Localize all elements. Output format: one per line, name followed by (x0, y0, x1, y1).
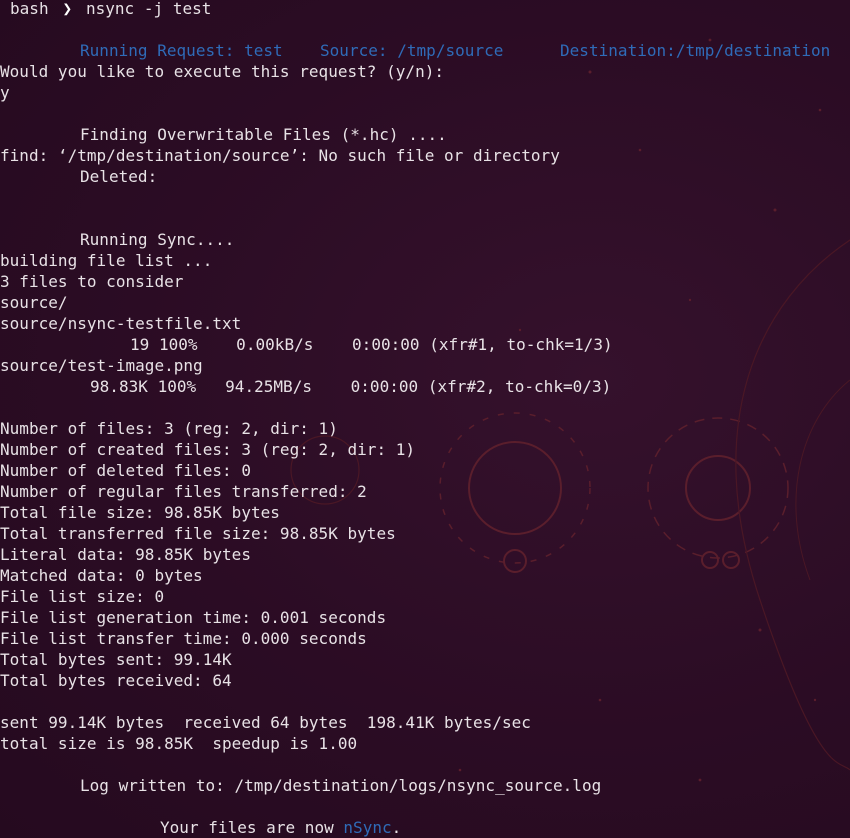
wallpaper-circle (685, 455, 751, 521)
wallpaper-circle (647, 417, 789, 559)
sync-consider: 3 files to consider (0, 272, 184, 291)
stats-line: Total bytes received: 64 (0, 671, 232, 690)
confirm-answer: y (0, 83, 10, 102)
final-message: Your files are now nSync. (160, 817, 401, 838)
terminal-window[interactable]: bash ❯ nsync -j test Running Request: te… (0, 0, 850, 838)
stats-line: Number of files: 3 (reg: 2, dir: 1) (0, 419, 338, 438)
request-destination: Destination:/tmp/destination (560, 41, 831, 60)
sync-file2: source/test-image.png (0, 356, 203, 375)
prompt-line: bash ❯ nsync -j test (10, 0, 211, 19)
stats-line: File list generation time: 0.001 seconds (0, 608, 387, 627)
stats-line: Number of deleted files: 0 (0, 461, 251, 480)
brand-name: nSync (343, 818, 392, 837)
summary-sent: sent 99.14K bytes received 64 bytes 198.… (0, 713, 531, 732)
wallpaper-circle (701, 551, 719, 569)
overwrite-deleted: Deleted: (80, 167, 158, 186)
final-prefix: Your files are now (160, 818, 344, 837)
stats-line: Number of regular files transferred: 2 (0, 482, 367, 501)
stats-line: Total file size: 98.85K bytes (0, 503, 280, 522)
wallpaper-arc (735, 239, 850, 771)
sync-file1-progress: 19 100% 0.00kB/s 0:00:00 (xfr#1, to-chk=… (130, 335, 613, 354)
wallpaper-circle (722, 551, 740, 569)
confirm-question: Would you like to execute this request? … (0, 62, 445, 81)
wallpaper-circle (503, 549, 527, 573)
stats-line: Total bytes sent: 99.14K (0, 650, 232, 669)
overwrite-finding: Finding Overwritable Files (*.hc) .... (80, 125, 447, 144)
sync-dir: source/ (0, 293, 68, 312)
wallpaper-circle (468, 441, 562, 535)
stats-line: Number of created files: 3 (reg: 2, dir:… (0, 440, 416, 459)
request-source: Source: /tmp/source (320, 41, 504, 60)
stats-line: Literal data: 98.85K bytes (0, 545, 251, 564)
wallpaper-arc (795, 379, 850, 581)
sync-running: Running Sync.... (80, 230, 235, 249)
stats-line: Total transferred file size: 98.85K byte… (0, 524, 396, 543)
stats-line: Matched data: 0 bytes (0, 566, 203, 585)
log-line: Log written to: /tmp/destination/logs/ns… (80, 776, 602, 795)
prompt-shell: bash (10, 0, 49, 18)
chevron-right-icon: ❯ (62, 0, 73, 18)
wallpaper-circle (439, 412, 591, 564)
stats-line: File list size: 0 (0, 587, 165, 606)
sync-file1: source/nsync-testfile.txt (0, 314, 242, 333)
request-running: Running Request: test (80, 41, 283, 60)
prompt-command: nsync -j test (85, 0, 212, 18)
summary-total: total size is 98.85K speedup is 1.00 (0, 734, 358, 753)
sync-building: building file list ... (0, 251, 213, 270)
stats-line: File list transfer time: 0.000 seconds (0, 629, 367, 648)
sync-file2-progress: 98.83K 100% 94.25MB/s 0:00:00 (xfr#2, to… (90, 377, 612, 396)
final-suffix: . (391, 818, 402, 837)
overwrite-find-error: find: ‘/tmp/destination/source’: No such… (0, 146, 560, 165)
